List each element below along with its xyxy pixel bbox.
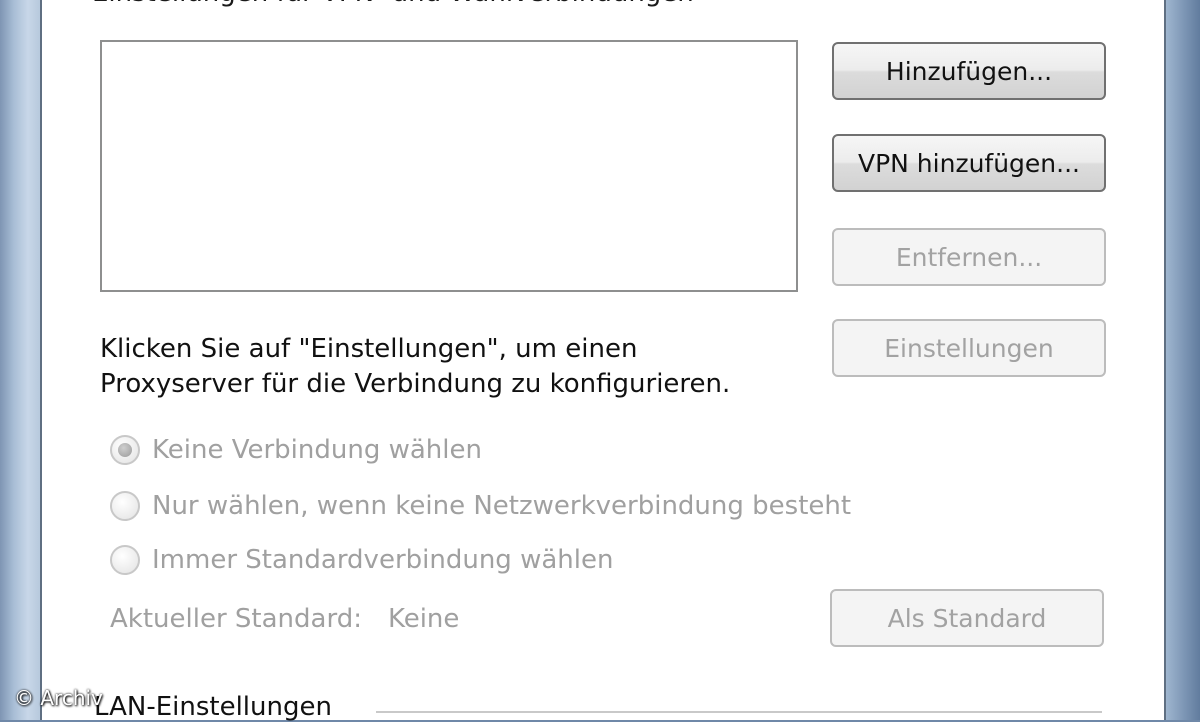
proxy-description: Klicken Sie auf "Einstellungen", um eine… — [100, 332, 800, 402]
remove-button[interactable]: Entfernen... — [832, 228, 1106, 286]
description-line-1: Klicken Sie auf "Einstellungen", um eine… — [100, 334, 638, 364]
radio-dot — [118, 443, 132, 457]
settings-button[interactable]: Einstellungen — [832, 319, 1106, 377]
radio-always-dial-default[interactable]: Immer Standardverbindung wählen — [110, 540, 613, 580]
radio-label: Immer Standardverbindung wählen — [152, 545, 614, 575]
radio-never-dial[interactable]: Keine Verbindung wählen — [110, 430, 482, 470]
radio-dial-when-no-network[interactable]: Nur wählen, wenn keine Netzwerkverbindun… — [110, 486, 851, 526]
lan-settings-title: LAN-Einstellungen — [94, 692, 332, 722]
radio-label: Nur wählen, wenn keine Netzwerkverbindun… — [152, 491, 852, 521]
radio-label: Keine Verbindung wählen — [152, 435, 482, 465]
background-window-left — [0, 0, 40, 720]
group-title: Einstellungen für VPN- und Wählverbindun… — [92, 0, 694, 8]
current-default-label: Aktueller Standard: — [110, 604, 362, 634]
radio-button-checked[interactable] — [110, 435, 140, 465]
radio-button[interactable] — [110, 491, 140, 521]
current-default: Aktueller Standard: Keine — [110, 604, 459, 634]
add-button[interactable]: Hinzufügen... — [832, 42, 1106, 100]
copyright-watermark: © Archiv — [14, 686, 103, 710]
add-vpn-button[interactable]: VPN hinzufügen... — [832, 134, 1106, 192]
connection-list[interactable] — [100, 40, 798, 292]
radio-button[interactable] — [110, 545, 140, 575]
background-window-right — [1166, 0, 1200, 720]
set-default-button[interactable]: Als Standard — [830, 589, 1104, 647]
current-default-value: Keine — [387, 604, 460, 634]
description-line-2: Proxyserver für die Verbindung zu konfig… — [100, 369, 731, 399]
connections-dialog: Einstellungen für VPN- und Wählverbindun… — [40, 0, 1166, 722]
lan-divider — [376, 711, 1102, 713]
